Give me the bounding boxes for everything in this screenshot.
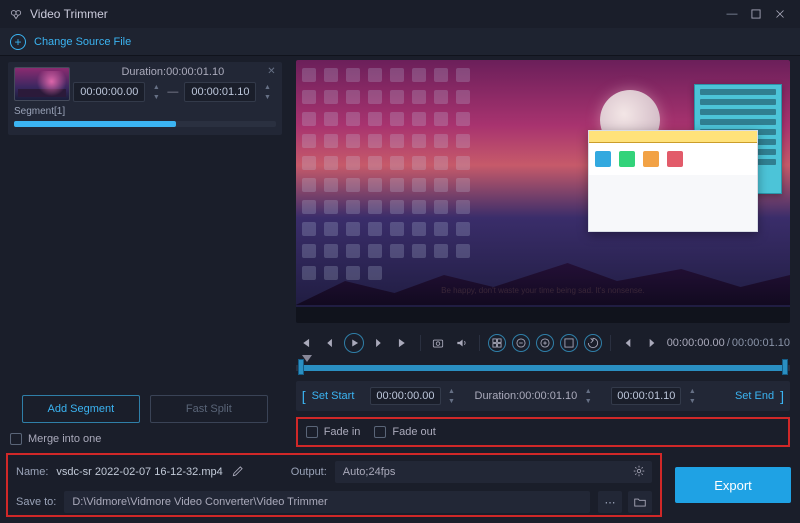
trim-handle-left[interactable] xyxy=(298,359,304,375)
segment-start-input[interactable]: 00:00:00.00 xyxy=(73,82,145,102)
fit-icon[interactable] xyxy=(560,334,578,352)
right-panel: Be happy, don't waste your time being sa… xyxy=(290,56,800,453)
mark-in-icon[interactable] xyxy=(619,334,637,352)
segment-index-label: Segment[1] xyxy=(14,106,276,117)
end-up-icon[interactable]: ▲ xyxy=(262,83,272,91)
bottom-bar: Name: vsdc-sr 2022-02-07 16-12-32.mp4 Ou… xyxy=(6,453,794,517)
add-segment-button[interactable]: Add Segment xyxy=(22,395,140,423)
set-start-link[interactable]: Set Start xyxy=(312,390,355,402)
maximize-button[interactable] xyxy=(744,2,768,26)
fade-out-label: Fade out xyxy=(392,426,435,438)
step-forward-icon[interactable] xyxy=(370,334,388,352)
rename-icon[interactable] xyxy=(231,464,245,481)
source-bar: + Change Source File xyxy=(0,28,800,56)
open-folder-icon[interactable] xyxy=(628,491,652,513)
trim-controls: [ Set Start 00:00:00.00 ▲ ▼ Duration:00:0… xyxy=(296,381,790,411)
fade-in-label: Fade in xyxy=(324,426,361,438)
name-label: Name: xyxy=(16,466,48,478)
add-source-icon[interactable]: + xyxy=(10,34,26,50)
fade-section: Fade in Fade out xyxy=(296,417,790,447)
save-to-label: Save to: xyxy=(16,496,56,508)
preview-area[interactable]: Be happy, don't waste your time being sa… xyxy=(296,60,790,323)
bracket-left-icon: [ xyxy=(302,388,306,404)
fast-split-button[interactable]: Fast Split xyxy=(150,395,268,423)
title-bar: Video Trimmer — xyxy=(0,0,800,28)
save-path-input[interactable]: D:\Vidmore\Vidmore Video Converter\Video… xyxy=(64,491,590,513)
end-down-icon[interactable]: ▼ xyxy=(262,93,272,101)
goto-end-icon[interactable] xyxy=(394,334,412,352)
close-button[interactable] xyxy=(768,2,792,26)
undo-icon[interactable] xyxy=(584,334,602,352)
fade-in-checkbox[interactable] xyxy=(306,426,318,438)
grid-icon[interactable] xyxy=(488,334,506,352)
output-label: Output: xyxy=(291,466,327,478)
trim-end-input[interactable]: 00:00:01.10 xyxy=(611,387,681,405)
segment-panel: ✕ Duration:00:00:01.10 00:00:00.00 ▲▼ — … xyxy=(8,62,282,135)
trim-duration-label: Duration:00:00:01.10 xyxy=(475,390,578,402)
trim-handle-right[interactable] xyxy=(782,359,788,375)
gear-icon[interactable] xyxy=(632,464,646,481)
bracket-right-icon: ] xyxy=(780,388,784,404)
minimize-button[interactable]: — xyxy=(720,2,744,26)
ts-up-icon[interactable]: ▲ xyxy=(447,387,457,395)
te-down-icon[interactable]: ▼ xyxy=(687,397,697,405)
snapshot-icon[interactable] xyxy=(429,334,447,352)
timeline-track[interactable] xyxy=(296,361,790,373)
content-area: ✕ Duration:00:00:01.10 00:00:00.00 ▲▼ — … xyxy=(0,56,800,453)
duration-label: Duration:00:00:01.10 xyxy=(121,66,224,78)
dash-separator: — xyxy=(167,86,178,98)
preview-caption: Be happy, don't waste your time being sa… xyxy=(441,286,644,295)
change-source-link[interactable]: Change Source File xyxy=(34,36,131,48)
set-end-link[interactable]: Set End xyxy=(735,390,774,402)
start-up-icon[interactable]: ▲ xyxy=(151,83,161,91)
export-area: Export xyxy=(672,453,794,517)
step-back-icon[interactable] xyxy=(320,334,338,352)
browse-button[interactable]: ⋯ xyxy=(598,491,622,513)
name-value: vsdc-sr 2022-02-07 16-12-32.mp4 xyxy=(56,466,222,478)
td-down-icon[interactable]: ▼ xyxy=(583,397,593,405)
segment-thumbnail[interactable] xyxy=(14,67,70,101)
time-display: 00:00:00.00/00:00:01.10 xyxy=(667,337,790,349)
segment-close-icon[interactable]: ✕ xyxy=(267,66,275,77)
segment-progress-bar[interactable] xyxy=(14,121,276,127)
fade-out-checkbox[interactable] xyxy=(374,426,386,438)
export-button[interactable]: Export xyxy=(675,467,791,503)
volume-icon[interactable] xyxy=(453,334,471,352)
app-title: Video Trimmer xyxy=(30,7,720,21)
mark-out-icon[interactable] xyxy=(643,334,661,352)
td-up-icon[interactable]: ▲ xyxy=(583,387,593,395)
te-up-icon[interactable]: ▲ xyxy=(687,387,697,395)
start-down-icon[interactable]: ▼ xyxy=(151,93,161,101)
merge-label: Merge into one xyxy=(28,433,101,445)
zoom-out-icon[interactable] xyxy=(512,334,530,352)
goto-start-icon[interactable] xyxy=(296,334,314,352)
trim-start-input[interactable]: 00:00:00.00 xyxy=(370,387,440,405)
transport-controls: 00:00:00.00/00:00:01.10 xyxy=(296,329,790,357)
output-section: Name: vsdc-sr 2022-02-07 16-12-32.mp4 Ou… xyxy=(6,453,662,517)
merge-checkbox[interactable] xyxy=(10,433,22,445)
left-panel: ✕ Duration:00:00:01.10 00:00:00.00 ▲▼ — … xyxy=(0,56,290,453)
play-button[interactable] xyxy=(344,333,364,353)
segment-end-input[interactable]: 00:00:01.10 xyxy=(184,82,256,102)
ts-down-icon[interactable]: ▼ xyxy=(447,397,457,405)
app-logo-icon xyxy=(8,6,24,22)
zoom-in-icon[interactable] xyxy=(536,334,554,352)
output-format-select[interactable]: Auto;24fps xyxy=(335,461,652,483)
